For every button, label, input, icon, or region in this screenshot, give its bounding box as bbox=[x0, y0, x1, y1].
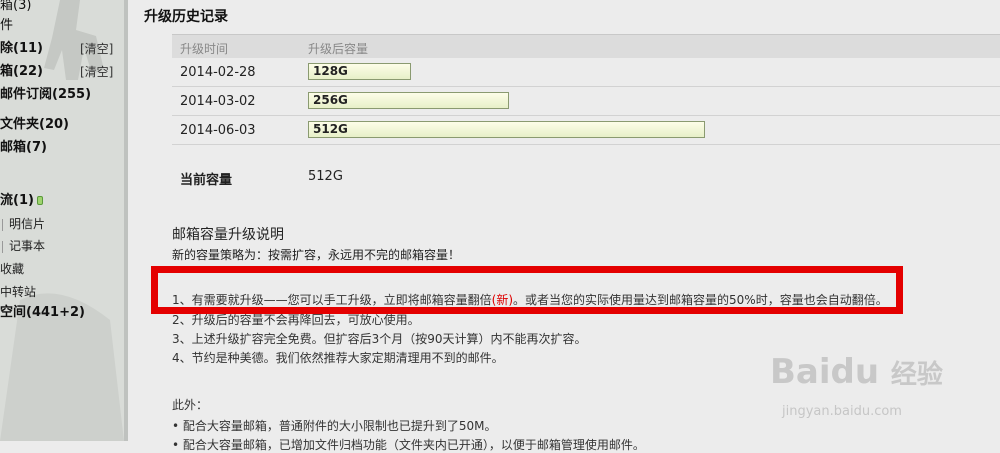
bullet-2: • 配合大容量邮箱，已增加文件归档功能（文件夹内已开通），以便于邮箱管理使用邮件… bbox=[172, 438, 645, 452]
history-table: 升级时间 升级后容量 2014-02-28 128G 2014-03-02 25… bbox=[172, 34, 1000, 188]
sidebar-item-sent[interactable]: 件 bbox=[0, 16, 13, 36]
sidebar-item-notes[interactable]: 记事本 bbox=[0, 236, 45, 256]
sidebar-item-space[interactable]: 空间(441+2) bbox=[0, 303, 85, 323]
clear-junk-link[interactable]: [清空] bbox=[80, 62, 113, 82]
clear-deleted-link[interactable]: [清空] bbox=[80, 39, 113, 59]
table-header: 升级时间 升级后容量 bbox=[172, 34, 1000, 58]
explain-title: 邮箱容量升级说明 bbox=[172, 227, 284, 243]
current-capacity-value: 512G bbox=[308, 169, 343, 184]
sidebar: 箱(3) 件 除(11) [清空] 箱(22) [清空] 邮件订阅(255) 文件夹… bbox=[0, 0, 124, 441]
sidebar-item-favorites[interactable]: 收藏 bbox=[0, 259, 24, 279]
watermark-url: jingyan.baidu.com bbox=[782, 404, 902, 419]
lock-icon bbox=[36, 196, 43, 205]
explain-subtitle: 新的容量策略为：按需扩容，永远用不完的邮箱容量！ bbox=[172, 248, 461, 262]
history-title: 升级历史记录 bbox=[144, 9, 228, 25]
sidebar-item-subscriptions[interactable]: 邮件订阅(255) bbox=[0, 85, 91, 105]
table-row: 2014-06-03 512G bbox=[172, 116, 1000, 145]
col-time-header: 升级时间 bbox=[180, 42, 229, 56]
sidebar-item-folders[interactable]: 文件夹(20) bbox=[0, 115, 69, 135]
sidebar-item-other-mailboxes[interactable]: 邮箱(7) bbox=[0, 138, 47, 158]
bullet-1: • 配合大容量邮箱，普通附件的大小限制也已提升到了50M。 bbox=[172, 419, 497, 433]
sidebar-item-postcard[interactable]: 明信片 bbox=[0, 214, 45, 234]
sidebar-item-inbox[interactable]: 箱(3) bbox=[0, 0, 31, 16]
explain-item-3: 3、上述升级扩容完全免费。但扩容后3个月（按90天计算）内不能再次扩容。 bbox=[172, 332, 587, 346]
upgrade-explanation: 邮箱容量升级说明 新的容量策略为：按需扩容，永远用不完的邮箱容量！ bbox=[172, 224, 972, 263]
sidebar-item-junk[interactable]: 箱(22) [清空] bbox=[0, 62, 113, 82]
current-capacity-label: 当前容量 bbox=[180, 173, 233, 188]
table-row: 2014-02-28 128G bbox=[172, 58, 1000, 87]
capacity-bar: 256G bbox=[308, 92, 509, 109]
besides-label: 此外： bbox=[172, 398, 209, 412]
capacity-bar: 128G bbox=[308, 63, 411, 80]
col-capacity-header: 升级后容量 bbox=[308, 42, 369, 56]
highlight-box bbox=[151, 266, 903, 314]
sidebar-item-deleted[interactable]: 除(11) [清空] bbox=[0, 39, 113, 59]
sidebar-item-stream[interactable]: 流(1) bbox=[0, 191, 43, 211]
sidebar-item-transfer[interactable]: 中转站 bbox=[0, 282, 36, 302]
capacity-bar: 512G bbox=[308, 121, 705, 138]
explain-item-4: 4、节约是种美德。我们依然推荐大家定期清理用不到的邮件。 bbox=[172, 351, 504, 365]
table-row: 2014-03-02 256G bbox=[172, 87, 1000, 116]
watermark-brand: Baidu 经验 bbox=[770, 352, 943, 392]
